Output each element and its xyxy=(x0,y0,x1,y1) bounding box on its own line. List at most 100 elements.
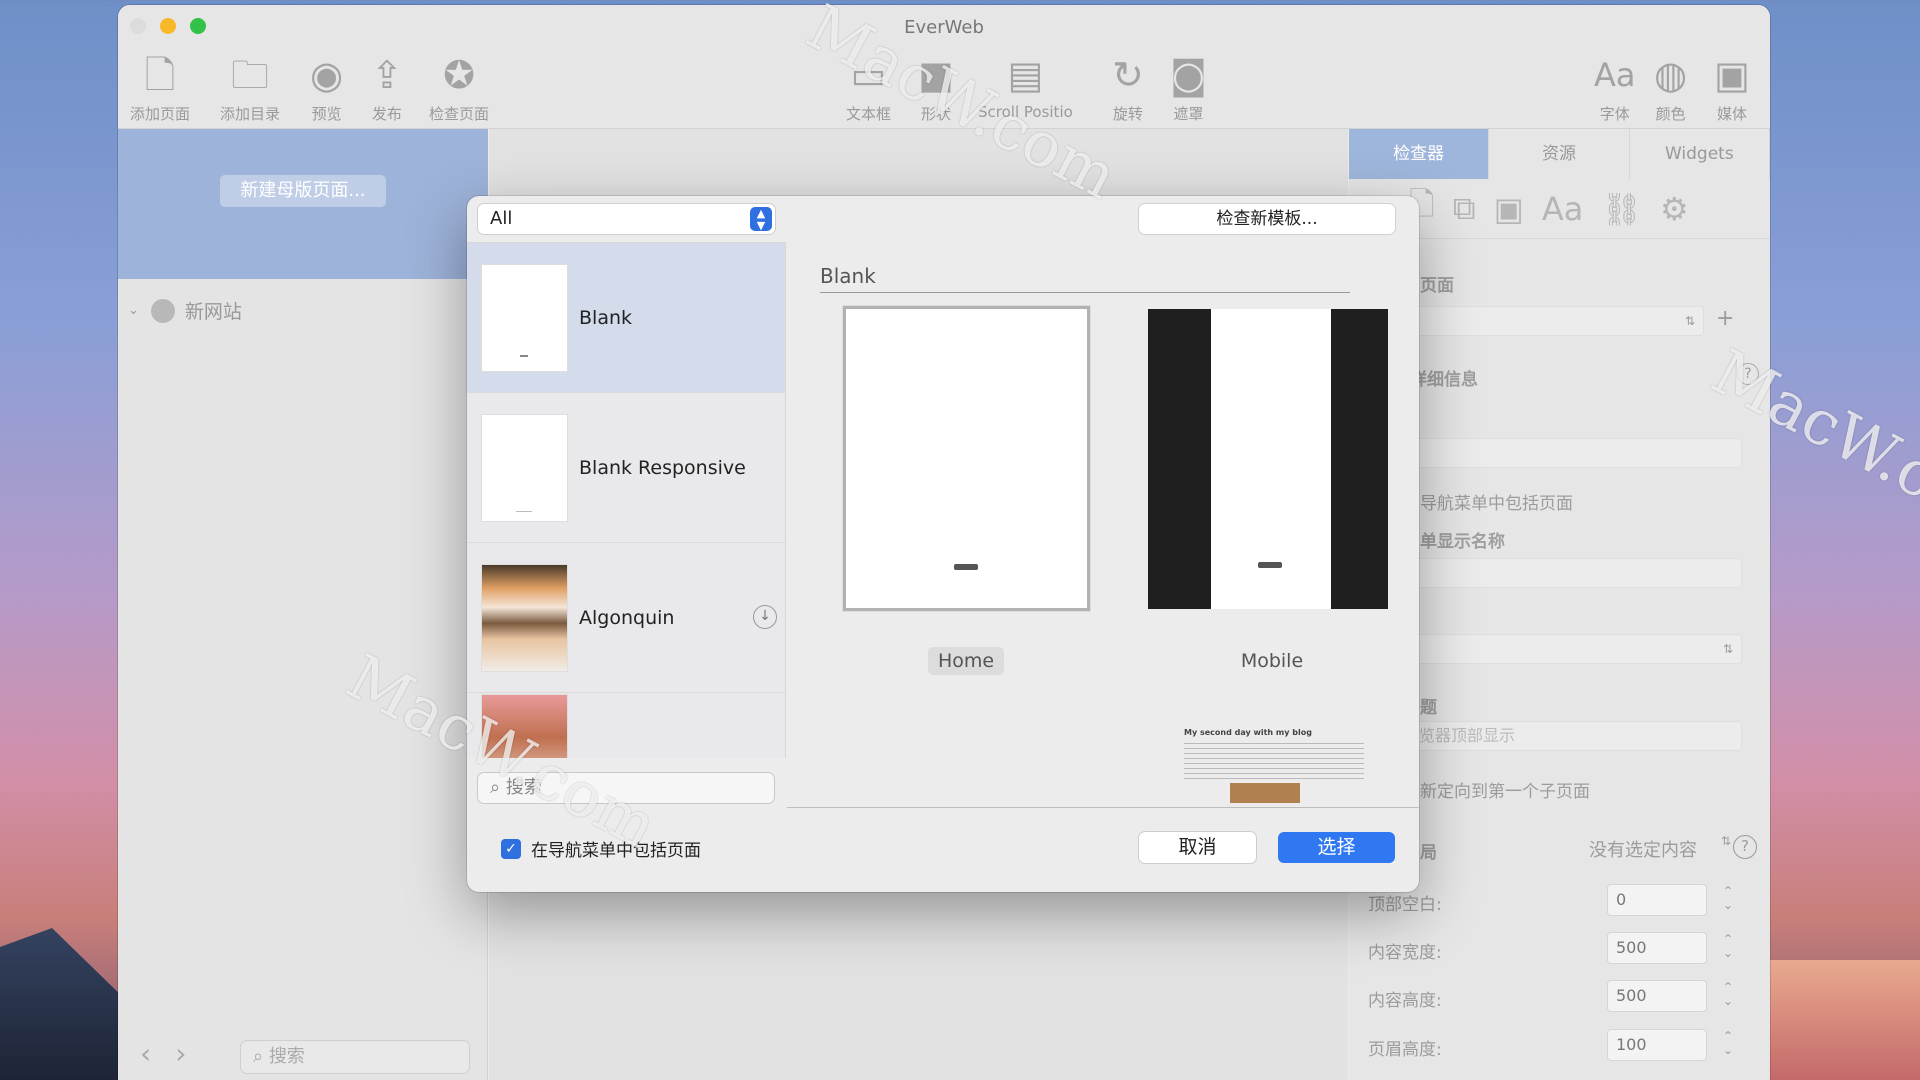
layout-heading: 局 xyxy=(1420,843,1437,863)
publish-button[interactable]: ⇪ 发布 xyxy=(371,51,403,124)
tab-assets[interactable]: 资源 xyxy=(1489,129,1630,179)
check-page-button[interactable]: ✪ 检查页面 xyxy=(429,51,489,124)
site-name: 新网站 xyxy=(184,301,242,323)
mask-icon: ◙ xyxy=(1170,53,1207,97)
template-name: Algonquin xyxy=(579,606,675,629)
link-inspector-icon[interactable]: ⛓ xyxy=(1601,190,1642,228)
preview-page-home[interactable] xyxy=(843,306,1090,611)
add-folder-button[interactable]: 🗀 添加目录 xyxy=(220,51,280,124)
check-page-label: 检查页面 xyxy=(429,105,490,123)
mask-button[interactable]: ◙ 遮罩 xyxy=(1170,51,1207,124)
page-name-field[interactable] xyxy=(1410,438,1742,468)
download-icon[interactable]: ↓ xyxy=(753,605,777,629)
back-icon[interactable]: ‹ xyxy=(140,1037,175,1070)
palette-icon: ◍ xyxy=(1654,53,1688,97)
color-button[interactable]: ◍ 颜色 xyxy=(1654,51,1687,124)
publish-label: 发布 xyxy=(371,105,402,123)
search-icon: ⌕ xyxy=(253,1046,269,1067)
font-button[interactable]: Aa 字体 xyxy=(1594,51,1636,124)
template-thumbnail xyxy=(482,414,567,521)
add-icon[interactable]: + xyxy=(1716,306,1734,331)
menu-display-name-field[interactable] xyxy=(1410,558,1742,588)
browser-title-field[interactable]: 览器顶部显示 xyxy=(1410,721,1742,751)
select-arrows-icon[interactable]: ⇅ xyxy=(1721,834,1731,848)
font-icon: Aa xyxy=(1594,56,1636,94)
eye-icon: ◉ xyxy=(310,53,344,97)
template-item-algonquin[interactable]: Algonquin ↓ xyxy=(467,543,785,693)
rotate-button[interactable]: ↻ 旋转 xyxy=(1112,51,1144,124)
media-icon: ▣ xyxy=(1714,53,1750,97)
template-thumbnail xyxy=(482,264,567,371)
top-margin-field[interactable]: 0 xyxy=(1607,884,1707,916)
tab-widgets[interactable]: Widgets xyxy=(1630,129,1770,179)
preview-title: Blank xyxy=(820,264,1350,293)
help-icon[interactable]: ? xyxy=(1733,835,1757,859)
master-pages-area: 新建母版页面... xyxy=(118,129,488,279)
include-nav-label: 导航菜单中包括页面 xyxy=(1420,494,1573,514)
forward-icon[interactable]: › xyxy=(175,1037,210,1070)
header-height-label: 页眉高度: xyxy=(1368,1040,1442,1060)
content-width-field[interactable]: 500 xyxy=(1607,932,1707,964)
new-master-page-button[interactable]: 新建母版页面... xyxy=(220,175,386,207)
history-nav: ‹› xyxy=(140,1037,210,1070)
select-button[interactable]: 选择 xyxy=(1278,832,1395,863)
template-item-blank-responsive[interactable]: Blank Responsive xyxy=(467,393,785,543)
media-label: 媒体 xyxy=(1716,105,1747,123)
wallpaper-sunset xyxy=(1760,960,1920,1080)
text-inspector-icon[interactable]: Aa xyxy=(1542,190,1584,228)
share-icon: ⇪ xyxy=(371,53,403,97)
select-arrows-icon: ⇅ xyxy=(1684,314,1695,328)
preview-caption-home: Home xyxy=(928,647,1004,675)
blog-preview-title: My second day with my blog xyxy=(1184,728,1312,737)
add-folder-label: 添加目录 xyxy=(220,105,281,123)
template-thumbnail xyxy=(482,564,567,671)
shape-inspector-icon[interactable]: ⧉ xyxy=(1453,189,1476,228)
template-filter-value: All xyxy=(490,208,513,229)
template-list: Blank Blank Responsive Algonquin ↓ xyxy=(467,242,786,758)
window-title: EverWeb xyxy=(904,17,984,38)
preview-page-mobile[interactable] xyxy=(1148,309,1388,609)
content-width-stepper[interactable]: ⌃ ⌄ xyxy=(1720,932,1736,964)
disclosure-chevron-icon[interactable]: ⌄ xyxy=(128,303,139,318)
sidebar-search-input[interactable]: ⌕ 搜索 xyxy=(240,1040,470,1074)
add-page-icon: 🗋 xyxy=(144,53,176,97)
check-badge-icon: ✪ xyxy=(443,53,475,97)
media-button[interactable]: ▣ 媒体 xyxy=(1714,51,1750,124)
add-page-button[interactable]: 🗋 添加页面 xyxy=(130,51,190,124)
wallpaper-mountain xyxy=(0,928,130,1080)
header-height-field[interactable]: 100 xyxy=(1607,1029,1707,1061)
cancel-button[interactable]: 取消 xyxy=(1139,832,1256,863)
content-height-label: 内容高度: xyxy=(1368,991,1442,1011)
select-arrows-icon: ⇅ xyxy=(1722,642,1733,656)
metrics-inspector-icon[interactable]: ▣ xyxy=(1494,190,1524,228)
top-margin-label: 顶部空白: xyxy=(1368,895,1442,915)
preview-label: 预览 xyxy=(311,105,342,123)
content-height-field[interactable]: 500 xyxy=(1607,980,1707,1012)
page-type-select[interactable]: ⇅ xyxy=(1410,306,1704,336)
rotate-label: 旋转 xyxy=(1112,105,1143,123)
check-new-templates-button[interactable]: 检查新模板... xyxy=(1139,204,1395,234)
add-folder-icon: 🗀 xyxy=(231,53,270,97)
globe-icon xyxy=(150,298,175,323)
details-heading: 详细信息 xyxy=(1410,370,1478,390)
preview-caption-mobile: Mobile xyxy=(1240,650,1304,672)
settings-inspector-icon[interactable]: ⚙ xyxy=(1660,190,1689,228)
top-margin-stepper[interactable]: ⌃ ⌄ xyxy=(1720,884,1736,916)
font-label: 字体 xyxy=(1599,105,1630,123)
redirect-label: 新定向到第一个子页面 xyxy=(1420,782,1590,802)
add-page-label: 添加页面 xyxy=(130,105,191,123)
template-filter-popup[interactable]: All ▲ ▼ xyxy=(478,204,775,234)
checkmark-icon[interactable]: ✓ xyxy=(501,838,521,859)
template-name: Blank Responsive xyxy=(579,456,746,479)
blog-template-preview: My second day with my blog xyxy=(1184,728,1364,808)
popup-arrows-icon: ▲ ▼ xyxy=(750,207,772,232)
page-section-heading: 页面 xyxy=(1420,276,1454,296)
preview-button[interactable]: ◉ 预览 xyxy=(310,51,343,124)
header-height-stepper[interactable]: ⌃ ⌄ xyxy=(1720,1029,1736,1061)
template-item-blank[interactable]: Blank xyxy=(467,243,785,393)
content-height-stepper[interactable]: ⌃ ⌄ xyxy=(1720,980,1736,1012)
mask-label: 遮罩 xyxy=(1173,105,1204,123)
tab-inspector[interactable]: 检查器 xyxy=(1349,129,1490,179)
site-row[interactable]: ⌄ 新网站 xyxy=(128,297,242,324)
page-option-select[interactable]: ⇅ xyxy=(1410,634,1742,664)
